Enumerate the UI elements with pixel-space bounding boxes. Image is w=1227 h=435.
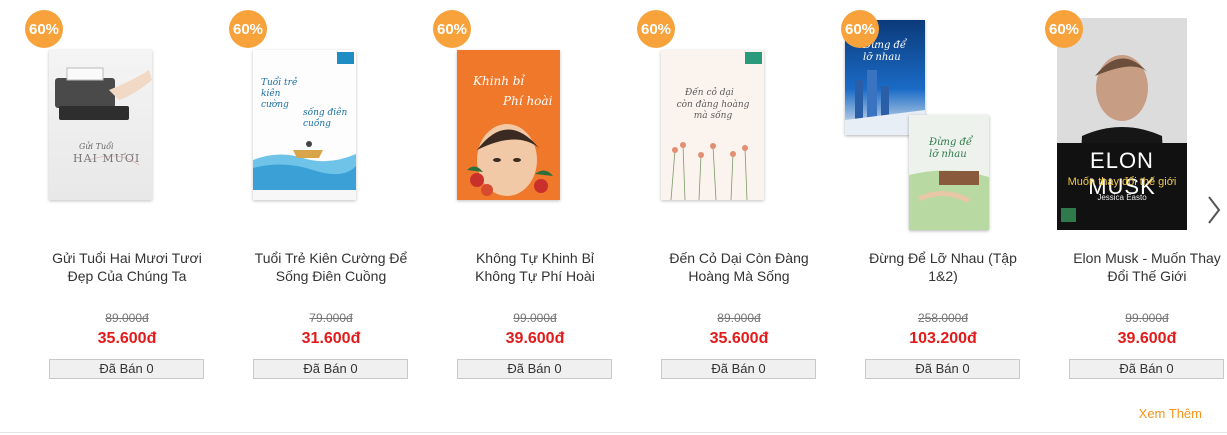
- sale-price: 103.200đ: [909, 330, 977, 347]
- original-price: 99.000đ: [1125, 311, 1169, 325]
- product-title[interactable]: Đến Cỏ Dại Còn Đàng Hoàng Mà Sống: [637, 249, 841, 285]
- see-more-link[interactable]: Xem Thêm: [1139, 406, 1202, 421]
- book-cover[interactable]: Đến cỏ dại còn đàng hoàng mà sống: [661, 50, 764, 200]
- divider: [0, 432, 1227, 433]
- cover-title-small: Gửi Tuổi: [79, 142, 114, 151]
- cover-title-small: Tuổi trẻ kiên cường: [261, 78, 298, 110]
- original-price: 89.000đ: [717, 311, 761, 325]
- chevron-right-icon: [1208, 196, 1221, 224]
- product-card[interactable]: 60% Tuổi trẻ kiên cường sống điên cuồng …: [229, 0, 433, 395]
- cover-title-small: Đến cỏ dại: [685, 88, 734, 98]
- hands-illustration: [909, 170, 989, 230]
- product-title[interactable]: Gửi Tuổi Hai Mươi Tươi Đẹp Của Chúng Ta: [25, 249, 229, 285]
- sold-count-button[interactable]: Đã Bán 0: [1069, 359, 1224, 379]
- typewriter-illustration: [55, 67, 152, 166]
- discount-badge: 60%: [25, 10, 63, 48]
- discount-badge: 60%: [637, 10, 675, 48]
- product-card[interactable]: 60% Đừng để lỡ nhau Đừng để lỡ nhau Đừng…: [841, 0, 1045, 395]
- product-card[interactable]: 60% Khinh bỉ Phí hoài Không Tự Khinh Bỉ …: [433, 0, 637, 395]
- sold-count-button[interactable]: Đã Bán 0: [661, 359, 816, 379]
- original-price: 258.000đ: [917, 311, 969, 325]
- original-price: 99.000đ: [513, 311, 557, 325]
- sold-count-button[interactable]: Đã Bán 0: [457, 359, 612, 379]
- cover-title-small: Khinh bỉ: [473, 74, 525, 88]
- cover-title-main: còn đàng hoàng mà sống: [676, 100, 750, 121]
- book-cover[interactable]: Gửi Tuổi HAI MƯƠI: [49, 50, 152, 200]
- book-cover[interactable]: Đừng để lỡ nhau: [909, 115, 989, 230]
- sale-price: 39.600đ: [1117, 330, 1177, 347]
- discount-badge: 60%: [433, 10, 471, 48]
- discount-badge: 60%: [229, 10, 267, 48]
- book-cover[interactable]: Khinh bỉ Phí hoài: [457, 50, 560, 200]
- product-title[interactable]: Không Tự Khinh Bỉ Không Tự Phí Hoài: [433, 249, 637, 285]
- carousel-next-button[interactable]: [1203, 192, 1225, 228]
- portrait-illustration: [467, 124, 553, 196]
- product-card[interactable]: 60% Gửi Tuổi HAI MƯƠI Gửi Tuổi Hai Mươi …: [25, 0, 229, 395]
- cover-title-main: HAI MƯƠI: [73, 152, 141, 165]
- book-cover[interactable]: Tuổi trẻ kiên cường sống điên cuồng: [253, 50, 356, 200]
- flowers-illustration: [670, 52, 762, 200]
- sale-price: 35.600đ: [97, 330, 157, 347]
- sale-price: 31.600đ: [301, 330, 361, 347]
- sold-count-button[interactable]: Đã Bán 0: [865, 359, 1020, 379]
- original-price: 79.000đ: [309, 311, 353, 325]
- product-card[interactable]: 60% ELON MUSK Muốn thay đổi thế giới Jes…: [1045, 0, 1227, 395]
- product-title[interactable]: Đừng Để Lỡ Nhau (Tập 1&2): [841, 249, 1045, 285]
- sale-price: 35.600đ: [709, 330, 769, 347]
- sale-price: 39.600đ: [505, 330, 565, 347]
- cover-title-main: Phí hoài: [503, 94, 553, 108]
- cover-title-main: sống điên cuồng: [303, 108, 348, 129]
- book-cover[interactable]: ELON MUSK Muốn thay đổi thế giới Jessica…: [1057, 18, 1187, 230]
- product-title[interactable]: Tuổi Trẻ Kiên Cường Để Sống Điên Cuồng: [229, 249, 433, 285]
- product-title[interactable]: Elon Musk - Muốn Thay Đổi Thế Giới: [1045, 249, 1227, 285]
- sold-count-button[interactable]: Đã Bán 0: [49, 359, 204, 379]
- discount-badge: 60%: [841, 10, 879, 48]
- discount-badge: 60%: [1045, 10, 1083, 48]
- cover-author: Jessica Easto: [1097, 193, 1147, 202]
- sold-count-button[interactable]: Đã Bán 0: [253, 359, 408, 379]
- cover-title-small: Đừng để lỡ nhau: [929, 137, 973, 160]
- cover-subtitle: Muốn thay đổi thế giới: [1067, 176, 1177, 188]
- original-price: 89.000đ: [105, 311, 149, 325]
- product-card[interactable]: 60% Đến cỏ dại còn đàng hoàng mà sống Đế…: [637, 0, 841, 395]
